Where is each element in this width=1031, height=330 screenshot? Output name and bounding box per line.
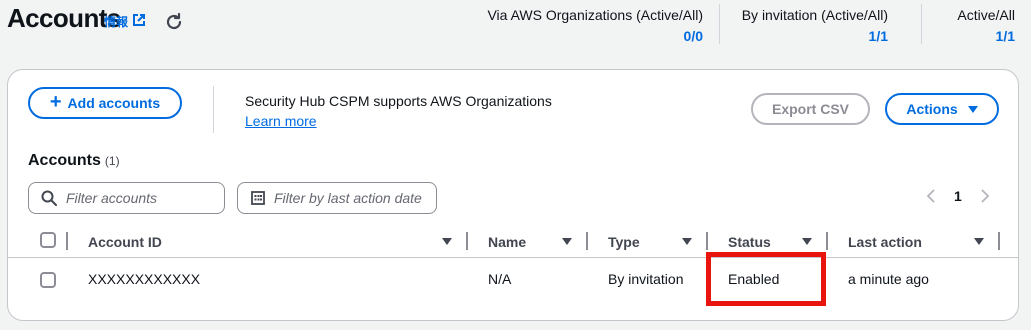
actions-dropdown-button[interactable]: Actions — [885, 93, 999, 125]
column-header-last-action[interactable]: Last action — [848, 234, 922, 250]
stat-value[interactable]: 1/1 — [742, 28, 888, 44]
table-header: Account ID Name Type Status Last action — [8, 226, 1018, 258]
add-accounts-button[interactable]: + Add accounts — [28, 87, 182, 119]
column-divider[interactable] — [826, 232, 828, 250]
sort-icon[interactable] — [802, 238, 812, 245]
caret-down-icon — [967, 105, 978, 113]
table-row: XXXXXXXXXXXX N/A By invitation Enabled a… — [8, 252, 1018, 306]
stat-invitation: By invitation (Active/All) 1/1 — [742, 7, 888, 44]
sort-icon[interactable] — [682, 238, 692, 245]
section-count: (1) — [104, 154, 120, 168]
cell-account-id: XXXXXXXXXXXX — [88, 271, 201, 287]
filter-date-input[interactable]: Filter by last action date — [237, 182, 437, 214]
refresh-icon[interactable] — [163, 11, 185, 33]
organizations-message: Security Hub CSPM supports AWS Organizat… — [245, 93, 552, 109]
page-number[interactable]: 1 — [954, 188, 962, 204]
stat-organizations: Via AWS Organizations (Active/All) 0/0 — [487, 7, 703, 44]
stat-divider — [719, 4, 720, 44]
column-header-account-id[interactable]: Account ID — [88, 234, 162, 250]
stat-value[interactable]: 1/1 — [957, 28, 1015, 44]
column-divider[interactable] — [586, 232, 588, 250]
column-divider[interactable] — [998, 232, 1000, 250]
sort-icon[interactable] — [562, 238, 572, 245]
stat-label: Via AWS Organizations (Active/All) — [487, 7, 703, 23]
plus-icon: + — [49, 91, 62, 113]
column-divider[interactable] — [466, 232, 468, 250]
column-header-type[interactable]: Type — [608, 234, 640, 250]
chevron-left-icon[interactable] — [926, 188, 936, 204]
divider — [213, 86, 214, 133]
column-divider[interactable] — [706, 232, 708, 250]
sort-icon[interactable] — [974, 238, 984, 245]
calendar-icon — [251, 191, 265, 205]
export-csv-button: Export CSV — [751, 93, 870, 125]
cell-status: Enabled — [728, 271, 780, 287]
filter-accounts-placeholder: Filter accounts — [66, 190, 158, 206]
pagination: 1 — [926, 188, 990, 204]
cell-type: By invitation — [608, 271, 684, 287]
stat-label: Active/All — [957, 7, 1015, 23]
filter-date-placeholder: Filter by last action date — [274, 190, 422, 206]
cell-name: N/A — [488, 271, 512, 287]
stat-divider — [921, 4, 922, 44]
section-title-text: Accounts — [28, 152, 101, 169]
section-title: Accounts (1) — [28, 152, 120, 170]
export-csv-label: Export CSV — [771, 101, 849, 117]
column-divider — [66, 232, 68, 250]
stat-active: Active/All 1/1 — [957, 7, 1015, 44]
learn-more-link[interactable]: Learn more — [245, 113, 317, 129]
row-select-checkbox[interactable] — [40, 272, 56, 288]
column-header-name[interactable]: Name — [488, 234, 526, 250]
actions-label: Actions — [906, 101, 958, 117]
stat-value[interactable]: 0/0 — [487, 28, 703, 44]
sort-icon[interactable] — [442, 238, 452, 245]
column-header-status[interactable]: Status — [728, 234, 771, 250]
add-accounts-label: Add accounts — [67, 95, 161, 111]
search-icon — [41, 190, 57, 206]
select-all-checkbox[interactable] — [40, 232, 56, 248]
page-header: Accounts 情報 Via AWS Organizations (Activ… — [0, 0, 1031, 58]
info-link[interactable]: 情報 — [104, 13, 128, 30]
external-link-icon[interactable] — [132, 13, 146, 27]
accounts-panel: + Add accounts Security Hub CSPM support… — [7, 69, 1019, 321]
chevron-right-icon[interactable] — [980, 188, 990, 204]
filter-accounts-input[interactable]: Filter accounts — [28, 182, 225, 214]
cell-last-action: a minute ago — [848, 271, 929, 287]
stat-label: By invitation (Active/All) — [741, 7, 888, 23]
